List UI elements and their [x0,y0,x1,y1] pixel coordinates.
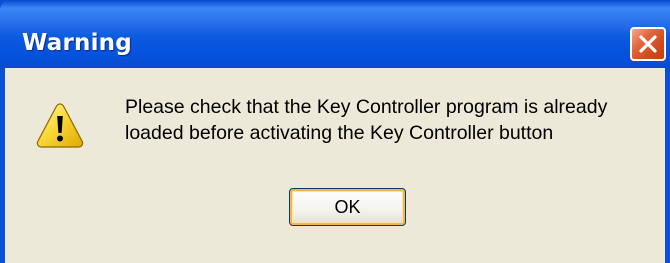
title-bar[interactable]: Warning [0,0,670,68]
close-icon [639,35,657,53]
warning-dialog: Warning Please check that the Key Contro… [0,0,670,263]
close-button[interactable] [630,27,666,61]
message-line-1: Please check that the Key Controller pro… [125,96,608,118]
dialog-body: Please check that the Key Controller pro… [5,68,665,263]
warning-icon [36,103,84,148]
message-line-2: loaded before activating the Key Control… [125,122,554,144]
dialog-title: Warning [22,30,132,56]
warning-message: Please check that the Key Controller pro… [125,94,665,146]
ok-button[interactable]: OK [289,188,406,226]
